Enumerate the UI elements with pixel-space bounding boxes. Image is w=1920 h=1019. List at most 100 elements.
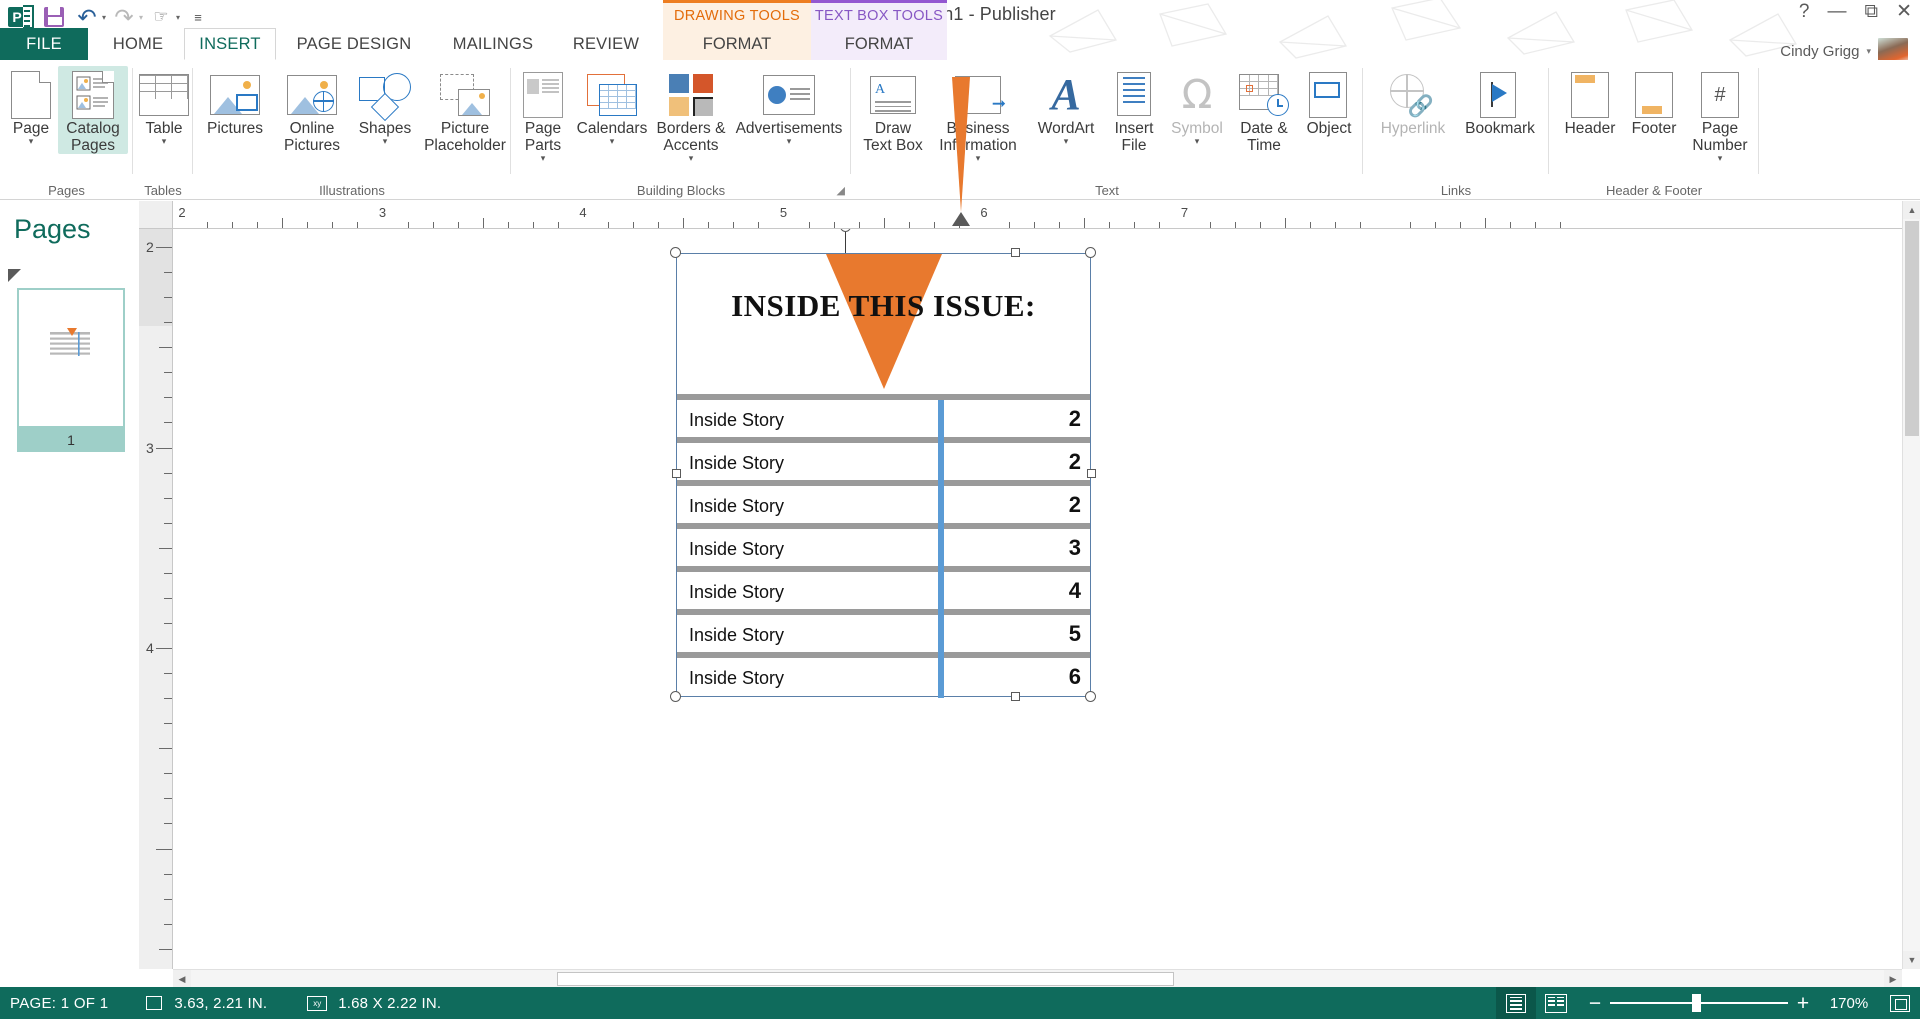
page-parts-dropdown-icon[interactable]: ▾ bbox=[541, 154, 546, 163]
borders-accents-button[interactable]: Borders & Accents ▾ bbox=[653, 66, 729, 163]
page-thumbnail-label-1[interactable]: 1 bbox=[17, 428, 125, 452]
shapes-button[interactable]: Shapes ▾ bbox=[353, 66, 417, 146]
symbol-icon: Ω bbox=[1181, 72, 1213, 118]
inside-story-row[interactable]: Inside Story 5 bbox=[677, 609, 1090, 652]
scroll-up-button[interactable]: ▲ bbox=[1903, 201, 1920, 219]
two-page-spread-icon[interactable] bbox=[1536, 987, 1576, 1019]
ruler-tick bbox=[164, 422, 172, 424]
ruler-tick bbox=[164, 372, 172, 374]
ruler-tick bbox=[457, 222, 459, 228]
object-button[interactable]: Object bbox=[1299, 66, 1359, 137]
ruler-tick bbox=[156, 648, 172, 649]
tab-page-design[interactable]: PAGE DESIGN bbox=[278, 28, 430, 60]
scroll-right-button[interactable]: ▶ bbox=[1884, 970, 1902, 988]
advertisements-dropdown-icon[interactable]: ▾ bbox=[787, 137, 792, 146]
pages-pane-expander-icon[interactable] bbox=[8, 269, 21, 282]
tab-text-box-tools-format[interactable]: FORMAT bbox=[811, 28, 947, 60]
restore-icon[interactable]: ⧉ bbox=[1865, 2, 1879, 21]
ribbon-tab-strip[interactable]: FILE HOME INSERT PAGE DESIGN MAILINGS RE… bbox=[0, 0, 1920, 60]
scroll-left-button[interactable]: ◀ bbox=[173, 970, 191, 988]
shapes-dropdown-icon[interactable]: ▾ bbox=[383, 137, 388, 146]
selection-handle-bottom-left[interactable] bbox=[670, 691, 681, 702]
selection-handle-bottom-right[interactable] bbox=[1085, 691, 1096, 702]
business-information-button[interactable]: ➞ Business Information ▾ bbox=[929, 66, 1027, 226]
inside-story-row[interactable]: Inside Story 2 bbox=[677, 437, 1090, 480]
pictures-button[interactable]: Pictures bbox=[199, 66, 271, 137]
wordart-button[interactable]: A WordArt ▾ bbox=[1029, 66, 1103, 146]
tab-home[interactable]: HOME bbox=[92, 28, 184, 60]
tab-mailings[interactable]: MAILINGS bbox=[432, 28, 554, 60]
selection-handle-top-center[interactable] bbox=[1011, 248, 1020, 257]
page-number-button[interactable]: # Page Number ▾ bbox=[1687, 66, 1753, 163]
date-time-button[interactable]: Date & Time bbox=[1231, 66, 1297, 154]
publication-page[interactable]: INSIDE THIS ISSUE: Inside Story 2 Inside S… bbox=[173, 229, 1902, 969]
business-information-dropdown-icon[interactable]: ▾ bbox=[976, 154, 981, 163]
selection-handle-top-right[interactable] bbox=[1085, 247, 1096, 258]
header-button[interactable]: Header bbox=[1557, 66, 1623, 137]
picture-placeholder-button[interactable]: Picture Placeholder bbox=[419, 66, 511, 154]
zoom-control[interactable]: − + bbox=[1580, 987, 1818, 1019]
document-canvas[interactable]: INSIDE THIS ISSUE: Inside Story 2 Inside S… bbox=[173, 229, 1902, 969]
selection-handle-top-left[interactable] bbox=[670, 247, 681, 258]
advertisements-button[interactable]: Advertisements ▾ bbox=[731, 66, 847, 146]
rotation-handle[interactable] bbox=[840, 229, 851, 232]
zoom-in-button[interactable]: + bbox=[1788, 993, 1818, 1014]
page-button[interactable]: Page ▾ bbox=[6, 66, 56, 146]
hyperlink-button[interactable]: 🔗 Hyperlink bbox=[1371, 66, 1455, 137]
zoom-out-button[interactable]: − bbox=[1580, 993, 1610, 1014]
tab-review[interactable]: REVIEW bbox=[556, 28, 656, 60]
inside-story-row[interactable]: Inside Story 4 bbox=[677, 566, 1090, 609]
calendars-button[interactable]: Calendars ▾ bbox=[573, 66, 651, 146]
inside-story-row[interactable]: Inside Story 6 bbox=[677, 652, 1090, 695]
vertical-scrollbar[interactable]: ▲ ▼ bbox=[1902, 201, 1920, 969]
inside-this-issue-textbox[interactable]: INSIDE THIS ISSUE: Inside Story 2 Inside S… bbox=[676, 253, 1091, 698]
fit-page-icon[interactable] bbox=[1880, 987, 1920, 1019]
selection-handle-middle-left[interactable] bbox=[672, 469, 681, 478]
symbol-dropdown-icon[interactable]: ▾ bbox=[1195, 137, 1200, 146]
tab-drawing-tools-format[interactable]: FORMAT bbox=[663, 28, 811, 60]
scroll-down-button[interactable]: ▼ bbox=[1903, 951, 1920, 969]
ruler-tick bbox=[1059, 222, 1061, 228]
calendars-dropdown-icon[interactable]: ▾ bbox=[610, 137, 615, 146]
inside-story-title: Inside Story bbox=[689, 410, 785, 430]
online-pictures-button[interactable]: Online Pictures bbox=[273, 66, 351, 154]
bookmark-button[interactable]: Bookmark bbox=[1457, 66, 1543, 137]
inside-story-row[interactable]: Inside Story 2 bbox=[677, 480, 1090, 523]
draw-text-box-button[interactable]: A Draw Text Box bbox=[859, 66, 927, 154]
borders-accents-dropdown-icon[interactable]: ▾ bbox=[689, 154, 694, 163]
catalog-pages-button[interactable]: Catalog Pages bbox=[58, 66, 128, 154]
zoom-slider-knob[interactable] bbox=[1692, 994, 1701, 1012]
wordart-dropdown-icon[interactable]: ▾ bbox=[1064, 137, 1069, 146]
selection-handle-middle-right[interactable] bbox=[1087, 469, 1096, 478]
ruler-tick bbox=[159, 347, 172, 349]
page-parts-button[interactable]: Page Parts ▾ bbox=[515, 66, 571, 163]
close-icon[interactable]: ✕ bbox=[1896, 2, 1912, 21]
vertical-ruler[interactable]: 2 3 4 bbox=[139, 229, 173, 969]
tab-insert[interactable]: INSERT bbox=[184, 28, 276, 60]
page-number-dropdown-icon[interactable]: ▾ bbox=[1718, 154, 1723, 163]
page-dropdown-icon[interactable]: ▾ bbox=[29, 137, 34, 146]
inside-story-row[interactable]: Inside Story 3 bbox=[677, 523, 1090, 566]
insert-file-button[interactable]: Insert File bbox=[1105, 66, 1163, 154]
page-indicator[interactable]: PAGE: 1 OF 1 bbox=[10, 995, 108, 1012]
window-controls[interactable]: ? — ⧉ ✕ bbox=[1799, 2, 1912, 21]
zoom-slider[interactable] bbox=[1610, 987, 1788, 1019]
ruler-tick bbox=[164, 322, 172, 324]
ruler-corner[interactable] bbox=[139, 201, 173, 229]
symbol-button[interactable]: Ω Symbol ▾ bbox=[1165, 66, 1229, 146]
table-dropdown-icon[interactable]: ▾ bbox=[162, 137, 167, 146]
horizontal-ruler[interactable]: 2 3 4 5 6 7 bbox=[173, 201, 1902, 229]
vertical-scroll-thumb[interactable] bbox=[1905, 221, 1919, 436]
footer-button[interactable]: Footer bbox=[1623, 66, 1685, 137]
page-thumbnail-1[interactable] bbox=[17, 288, 125, 428]
inside-story-row[interactable]: Inside Story 2 bbox=[677, 394, 1090, 437]
selection-handle-bottom-center[interactable] bbox=[1011, 692, 1020, 701]
zoom-level[interactable]: 170% bbox=[1818, 995, 1880, 1012]
single-page-view-icon[interactable] bbox=[1496, 987, 1536, 1019]
tab-file[interactable]: FILE bbox=[0, 28, 88, 60]
horizontal-scroll-thumb[interactable] bbox=[557, 972, 1174, 986]
help-icon[interactable]: ? bbox=[1799, 2, 1810, 21]
table-button[interactable]: Table ▾ bbox=[137, 66, 191, 146]
minimize-icon[interactable]: — bbox=[1828, 2, 1847, 21]
horizontal-scrollbar[interactable]: ◀ ▶ bbox=[173, 969, 1902, 988]
